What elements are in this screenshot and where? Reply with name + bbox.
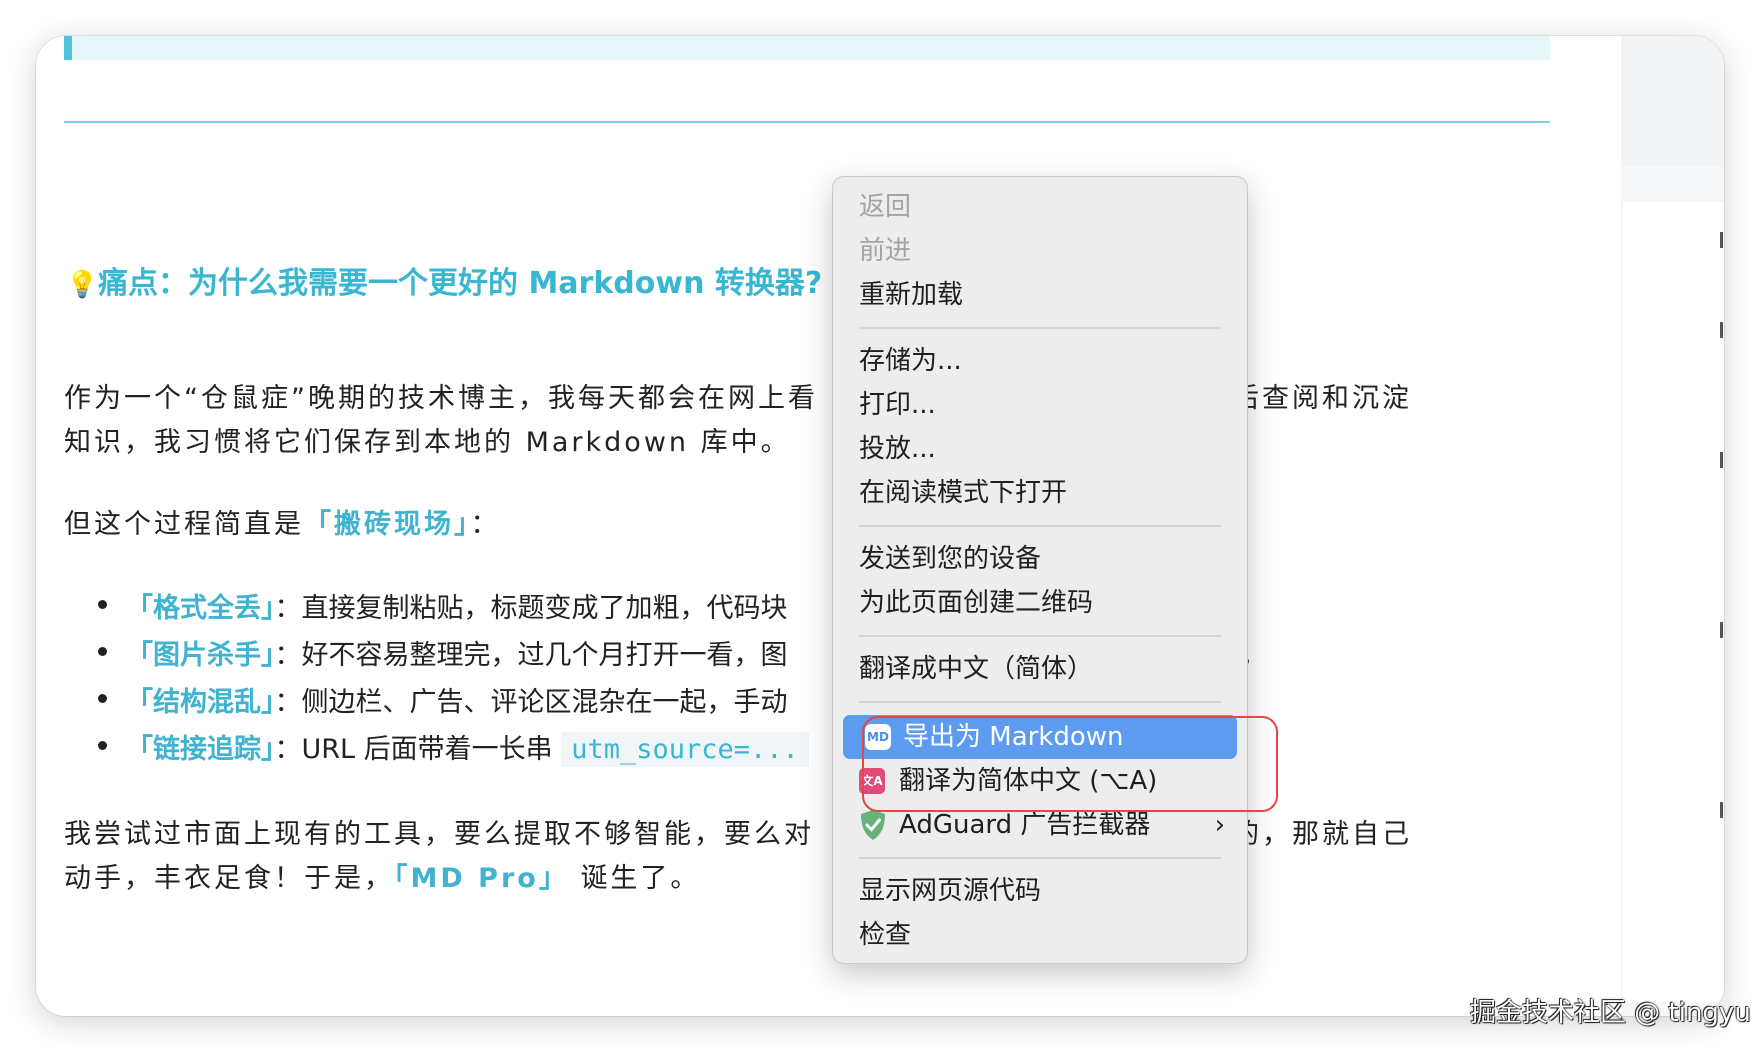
menu-separator xyxy=(859,701,1221,703)
menu-item-translate[interactable]: 翻译成中文（简体） xyxy=(859,649,1093,689)
menu-separator xyxy=(859,525,1221,527)
side-panel-marker xyxy=(1720,622,1723,638)
blockquote-block xyxy=(64,36,1550,60)
menu-item-send-to-devices[interactable]: 发送到您的设备 xyxy=(859,539,1041,579)
menu-item-forward: 前进 xyxy=(859,236,912,266)
paragraph-1-line-2: 知识，我习惯将它们保存到本地的 Markdown 库中。 xyxy=(64,427,791,458)
paragraph-1-line-1: 作为一个“仓鼠症”晚期的技术博主，我每天都会在网上看 xyxy=(64,383,818,414)
watermark: 掘金技术社区 @ tingyu xyxy=(1470,998,1751,1028)
heading-text: 痛点：为什么我需要一个更好的 Markdown 转换器? xyxy=(98,266,823,301)
menu-item-view-source[interactable]: 显示网页源代码 xyxy=(859,871,1041,911)
menu-item-back: 返回 xyxy=(859,192,912,222)
section-heading: 💡痛点：为什么我需要一个更好的 Markdown 转换器? xyxy=(66,258,822,302)
side-panel-marker xyxy=(1720,802,1723,818)
menu-separator xyxy=(859,635,1221,637)
side-panel-header xyxy=(1621,36,1724,166)
bullet-dot xyxy=(98,741,107,750)
inline-code: utm_source=... xyxy=(561,732,809,767)
menu-item-cast[interactable]: 投放... xyxy=(859,429,936,469)
side-panel-marker xyxy=(1720,232,1723,248)
menu-item-create-qr[interactable]: 为此页面创建二维码 xyxy=(859,583,1093,623)
paragraph-2: 但这个过程简直是「搬砖现场」： xyxy=(64,509,501,540)
horizontal-rule xyxy=(64,121,1550,123)
markdown-icon: MD xyxy=(865,724,891,750)
menu-item-reader-mode[interactable]: 在阅读模式下打开 xyxy=(859,473,1067,513)
lightbulb-icon: 💡 xyxy=(66,270,99,300)
chevron-right-icon: › xyxy=(1214,810,1225,840)
context-menu: 返回 前进 重新加载 存储为... 打印... 投放... 在阅读模式下打开 发… xyxy=(832,176,1248,964)
adguard-shield-icon xyxy=(861,810,885,840)
menu-item-inspect[interactable]: 检查 xyxy=(859,915,911,955)
paragraph-3-line-2: 动手，丰衣足食！于是，「MD Pro」 诞生了。 xyxy=(64,863,701,894)
paragraph-3-line-1: 我尝试过市面上现有的工具，要么提取不够智能，要么对 xyxy=(64,819,814,850)
side-panel-marker xyxy=(1720,322,1723,338)
menu-separator xyxy=(859,857,1221,859)
menu-item-save-as[interactable]: 存储为... xyxy=(859,341,962,381)
menu-item-adguard[interactable]: AdGuard 广告拦截器 › xyxy=(833,805,1247,845)
bullet-dot xyxy=(98,694,107,703)
highlight-text: 「搬砖现场」 xyxy=(304,509,471,540)
menu-item-translate-simplified[interactable]: 文A 翻译为简体中文 (⌥A) xyxy=(833,761,1247,801)
highlight-text: 「MD Pro」 xyxy=(394,863,569,894)
menu-item-print[interactable]: 打印... xyxy=(859,385,936,425)
side-panel-body xyxy=(1621,202,1724,1002)
side-panel-marker xyxy=(1720,452,1723,468)
menu-item-reload[interactable]: 重新加载 xyxy=(859,275,963,315)
menu-separator xyxy=(859,327,1221,329)
side-panel xyxy=(1621,36,1724,1016)
blockquote-edge xyxy=(64,36,72,60)
menu-item-export-markdown[interactable]: MD 导出为 Markdown xyxy=(843,715,1237,759)
bullet-dot xyxy=(98,647,107,656)
bullet-dot xyxy=(98,600,107,609)
translate-icon: 文A xyxy=(859,768,885,794)
